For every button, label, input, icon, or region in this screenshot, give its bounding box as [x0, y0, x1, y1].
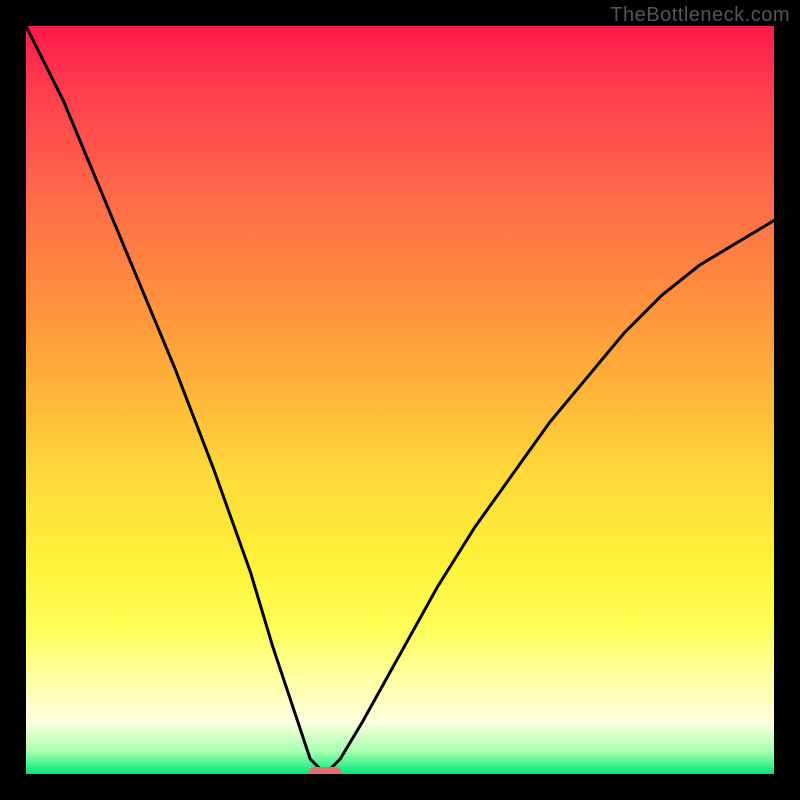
plot-frame [26, 26, 774, 774]
optimal-point-marker [308, 767, 342, 774]
bottleneck-curve [26, 26, 774, 774]
watermark-text: TheBottleneck.com [610, 4, 790, 27]
curve-layer [26, 26, 774, 774]
